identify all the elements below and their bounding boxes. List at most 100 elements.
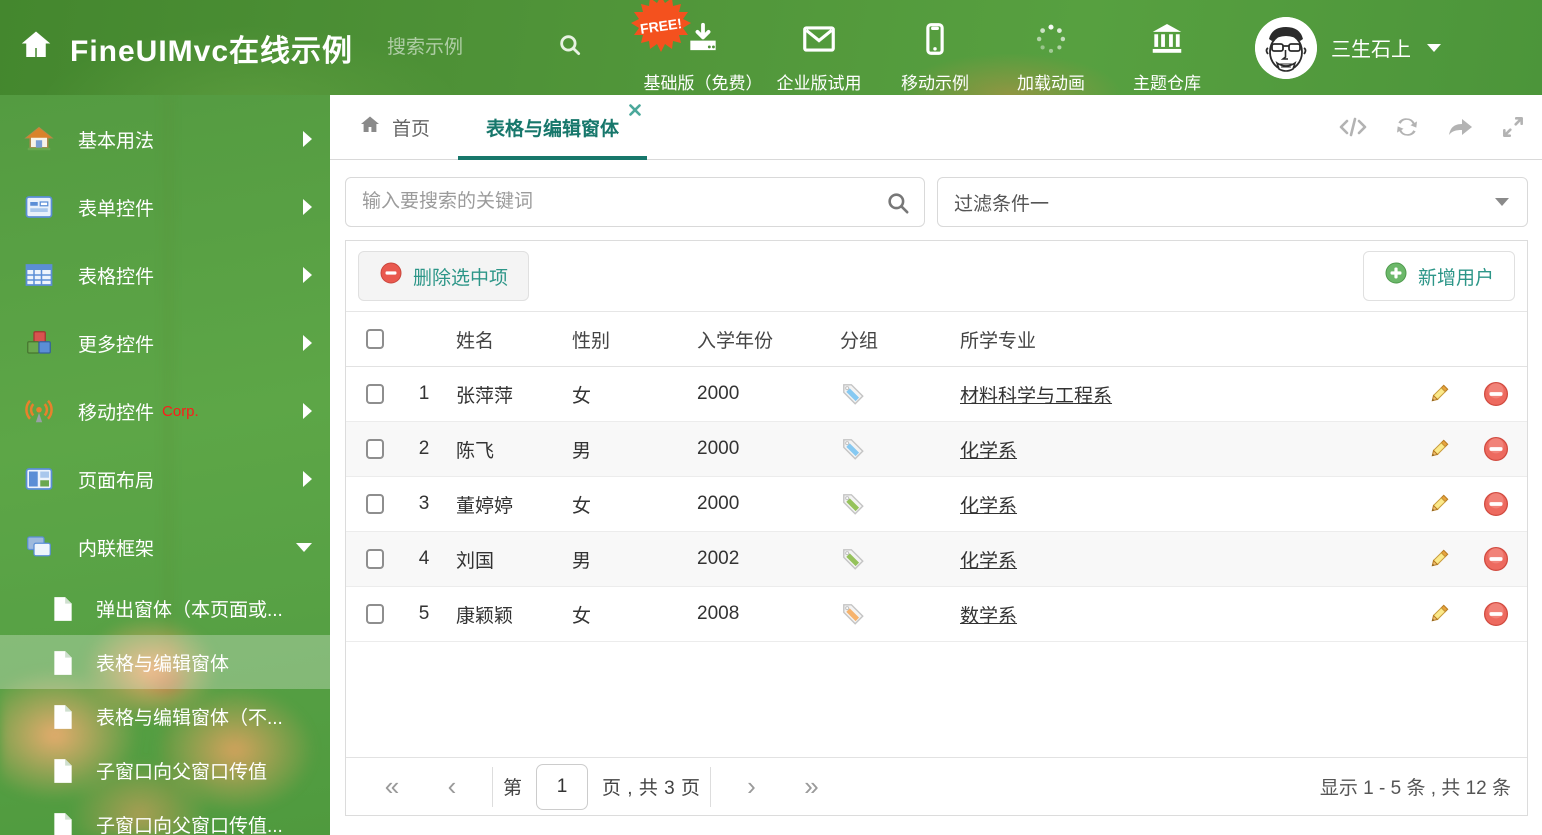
sidebar-item-form-controls[interactable]: 表单控件	[0, 173, 330, 241]
edit-icon[interactable]	[1413, 437, 1465, 461]
sidebar-item-mobile-controls[interactable]: 移动控件 Corp.	[0, 377, 330, 445]
add-user-button[interactable]: 新增用户	[1362, 251, 1515, 301]
table-row: 5 康颖颖 女 2008 数学系	[346, 587, 1527, 642]
major-link[interactable]: 化学系	[960, 551, 1017, 572]
select-all-checkbox[interactable]	[366, 329, 384, 349]
expand-icon[interactable]	[1500, 114, 1526, 140]
frames-icon	[24, 532, 54, 562]
page-icon	[52, 758, 74, 783]
header-search	[387, 32, 583, 63]
filter-row: 过滤条件一	[330, 160, 1542, 239]
row-index: 5	[418, 603, 430, 624]
page-number-input[interactable]	[536, 763, 589, 810]
row-checkbox[interactable]	[366, 549, 384, 569]
header-search-input[interactable]	[387, 36, 518, 59]
sidebar-subitem-child-to-parent-2[interactable]: 子窗口向父窗口传值...	[0, 797, 330, 835]
home-icon	[358, 113, 382, 142]
chevron-right-icon	[303, 335, 312, 351]
delete-row-icon[interactable]	[1465, 491, 1527, 517]
edit-icon[interactable]	[1413, 382, 1465, 406]
delete-selected-button[interactable]: 删除选中项	[358, 251, 530, 301]
prev-page-button[interactable]: ‹	[422, 771, 482, 802]
column-header-gender[interactable]: 性别	[572, 326, 697, 353]
delete-row-icon[interactable]	[1465, 381, 1527, 407]
bank-icon	[1148, 20, 1186, 63]
row-checkbox[interactable]	[366, 604, 384, 624]
refresh-icon[interactable]	[1394, 114, 1420, 140]
chevron-right-icon	[303, 403, 312, 419]
row-index: 3	[418, 493, 430, 514]
user-menu[interactable]: 三生石上	[1255, 16, 1442, 79]
last-page-button[interactable]: »	[781, 771, 841, 802]
sidebar-item-label: 更多控件	[78, 334, 155, 356]
edit-icon[interactable]	[1413, 602, 1465, 626]
nav-item-basic-free[interactable]: FREE! 基础版（免费）	[631, 0, 763, 94]
nav-item-label: 主题仓库	[1133, 73, 1202, 93]
envelope-icon	[800, 20, 838, 63]
sidebar-item-page-layout[interactable]: 页面布局	[0, 445, 330, 513]
delete-row-icon[interactable]	[1465, 436, 1527, 462]
column-header-name[interactable]: 姓名	[444, 326, 572, 353]
sidebar-item-grid-controls[interactable]: 表格控件	[0, 241, 330, 309]
row-checkbox[interactable]	[366, 384, 384, 404]
tag-icon	[840, 546, 960, 572]
sidebar-subitem-label: 子窗口向父窗口传值	[96, 761, 268, 783]
sidebar-item-label: 页面布局	[78, 470, 155, 492]
edit-icon[interactable]	[1413, 492, 1465, 516]
layout-icon	[24, 464, 54, 494]
filter-dropdown[interactable]: 过滤条件一	[937, 177, 1528, 227]
nav-item-enterprise-trial[interactable]: 企业版试用	[761, 2, 877, 94]
tab-grid-edit-window[interactable]: 表格与编辑窗体	[458, 95, 648, 160]
edit-icon[interactable]	[1413, 547, 1465, 571]
page-icon	[52, 704, 74, 729]
nav-item-mobile-demo[interactable]: 移动示例	[877, 2, 993, 94]
open-in-new-icon[interactable]	[1446, 114, 1474, 140]
next-page-button[interactable]: ›	[721, 771, 781, 802]
brand[interactable]: FineUIMvc在线示例	[0, 26, 353, 70]
row-checkbox[interactable]	[366, 439, 384, 459]
first-page-button[interactable]: «	[362, 771, 422, 802]
sidebar-item-more-controls[interactable]: 更多控件	[0, 309, 330, 377]
delete-row-icon[interactable]	[1465, 546, 1527, 572]
grid-search-input[interactable]	[345, 177, 925, 227]
nav-item-label: 基础版（免费）	[643, 73, 763, 93]
page-label-suffix: 页 , 共 3 页	[602, 778, 701, 799]
major-link[interactable]: 数学系	[960, 606, 1017, 627]
cell-name: 陈飞	[456, 440, 495, 462]
header-nav: FREE! 基础版（免费） 企业版试用 移动示例 加载动画 主题仓库	[631, 0, 1225, 94]
column-header-year[interactable]: 入学年份	[697, 326, 840, 353]
divider	[710, 766, 712, 807]
search-icon[interactable]	[885, 190, 911, 221]
search-icon[interactable]	[557, 32, 583, 63]
sidebar-item-iframe[interactable]: 内联框架	[0, 513, 330, 581]
row-checkbox[interactable]	[366, 494, 384, 514]
column-header-major[interactable]: 所学专业	[960, 326, 1413, 353]
cubes-icon	[24, 328, 54, 358]
page-icon	[52, 596, 74, 621]
chevron-right-icon	[303, 267, 312, 283]
source-code-icon[interactable]	[1338, 115, 1368, 139]
column-header-group[interactable]: 分组	[840, 326, 960, 353]
major-link[interactable]: 化学系	[960, 496, 1017, 517]
mobile-icon	[916, 20, 954, 63]
house-icon	[24, 124, 54, 154]
major-link[interactable]: 材料科学与工程系	[960, 386, 1112, 407]
sidebar-item-basic-usage[interactable]: 基本用法	[0, 105, 330, 173]
avatar	[1255, 16, 1318, 79]
grid-search	[345, 177, 925, 227]
tab-home[interactable]: 首页	[330, 95, 458, 159]
sidebar-menu: 基本用法 表单控件 表格控件 更多控件 移动控件 Corp. 页面布局 内联框架…	[0, 95, 330, 835]
nav-item-loading-animations[interactable]: 加载动画	[993, 2, 1109, 94]
sidebar-subitem-grid-edit-window-2[interactable]: 表格与编辑窗体（不...	[0, 689, 330, 743]
sidebar: 基本用法 表单控件 表格控件 更多控件 移动控件 Corp. 页面布局 内联框架…	[0, 95, 330, 835]
sidebar-subitem-popup-window[interactable]: 弹出窗体（本页面或...	[0, 581, 330, 635]
major-link[interactable]: 化学系	[960, 441, 1017, 462]
cell-name: 张萍萍	[456, 385, 514, 407]
close-icon[interactable]	[629, 103, 641, 116]
delete-row-icon[interactable]	[1465, 601, 1527, 627]
cell-year: 2002	[697, 548, 740, 569]
nav-item-theme-repo[interactable]: 主题仓库	[1109, 2, 1225, 94]
divider	[492, 766, 493, 807]
sidebar-subitem-child-to-parent[interactable]: 子窗口向父窗口传值	[0, 743, 330, 797]
sidebar-subitem-grid-edit-window[interactable]: 表格与编辑窗体	[0, 635, 330, 689]
